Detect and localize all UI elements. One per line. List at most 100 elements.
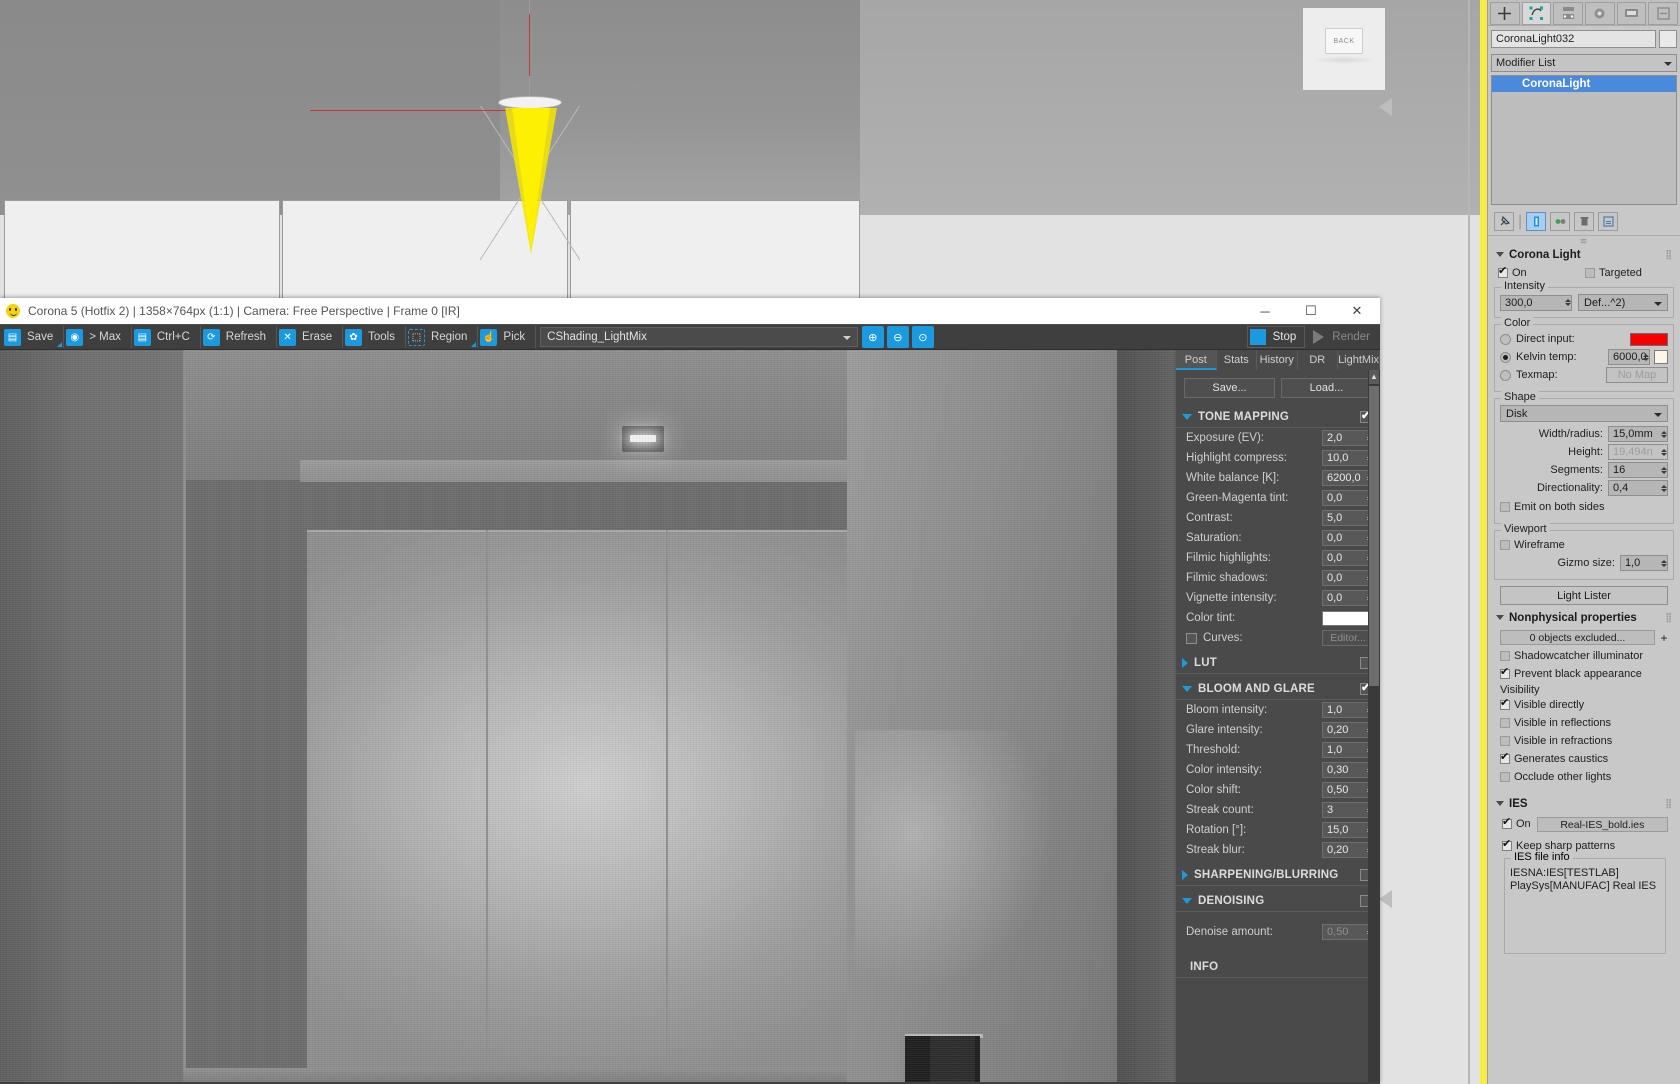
input-gizmo-size[interactable]: 1,0 [1620,555,1668,571]
row-color-tint[interactable]: Color tint: [1176,608,1380,628]
object-name-row[interactable]: CoronaLight032 [1488,26,1680,52]
input-rotation[interactable]: 15,0 [1322,822,1374,838]
scrollbar-thumb[interactable] [1369,386,1379,686]
row-vignette-intensity[interactable]: Vignette intensity: 0,0 [1176,588,1380,608]
input-contrast[interactable]: 5,0 [1322,510,1374,526]
input-green-magenta-tint[interactable]: 0,0 [1322,490,1374,506]
refresh-button[interactable]: ⟳ Refresh [201,326,278,348]
row-segments[interactable]: Segments: 16 [1500,462,1668,478]
input-streak-count[interactable]: 3 [1322,802,1374,818]
modify-tab[interactable] [1521,2,1552,25]
row-light-targeted[interactable]: Targeted [1585,265,1672,281]
kelvin-temp-radio[interactable] [1500,351,1511,363]
modifier-stack-item-coronalight[interactable]: CoronaLight [1492,76,1676,92]
row-occlude-other-lights[interactable]: Occlude other lights [1500,769,1670,785]
row-color-shift[interactable]: Color shift: 0,50 [1176,780,1380,800]
rollout-corona-light-header[interactable]: Corona Light ⣿ [1492,246,1676,263]
curves-editor-button[interactable]: Editor... [1322,630,1374,646]
row-curves[interactable]: Curves: Editor... [1176,628,1380,648]
input-streak-blur[interactable]: 0,20 [1322,842,1374,858]
copy-button[interactable]: ▤ Ctrl+C [132,326,201,348]
spinner-arrows-icon[interactable] [1640,351,1649,363]
rollout-corona-light[interactable]: Corona Light ⣿ On Targeted Intensity 300… [1492,246,1676,605]
row-emit-both-sides[interactable]: Emit on both sides [1500,499,1668,515]
row-bloom-intensity[interactable]: Bloom intensity: 1,0 [1176,700,1380,720]
hierarchy-tab[interactable] [1553,2,1584,25]
render-element-select[interactable]: CShading_LightMix [540,327,858,347]
post-settings-scroll[interactable]: Save... Load... TONE MAPPING Exposure (E… [1176,370,1380,1082]
shape-select[interactable]: Disk [1500,405,1668,422]
row-direct-input[interactable]: Direct input: [1500,331,1668,347]
shadowcatcher-checkbox[interactable] [1500,651,1510,661]
wireframe-checkbox[interactable] [1500,540,1510,550]
remove-modifier-button[interactable] [1574,212,1595,231]
light-lister-button[interactable]: Light Lister [1500,586,1668,605]
input-threshold[interactable]: 1,0 [1322,742,1374,758]
command-panel[interactable]: CoronaLight032 Modifier List CoronaLight… [1487,0,1680,1084]
vfb-title-bar[interactable]: Corona 5 (Hotfix 2) | 1358×764px (1:1) |… [0,298,1380,324]
objects-excluded-button[interactable]: 0 objects excluded... [1500,630,1655,645]
row-prevent-black[interactable]: Prevent black appearance [1500,665,1670,682]
row-visible-refractions[interactable]: Visible in refractions [1500,733,1670,749]
modifier-stack[interactable]: CoronaLight [1491,75,1677,205]
texmap-radio[interactable] [1500,369,1511,381]
section-sharpening-blurring-header[interactable]: SHARPENING/BLURRING [1176,864,1380,886]
erase-button[interactable]: ✕ Erase [277,326,344,348]
row-contrast[interactable]: Contrast: 5,0 [1176,508,1380,528]
utilities-tab[interactable] [1648,2,1679,25]
row-filmic-shadows[interactable]: Filmic shadows: 0,0 [1176,568,1380,588]
row-visible-reflections[interactable]: Visible in reflections [1500,715,1670,731]
emit-both-sides-checkbox[interactable] [1500,502,1510,512]
command-panel-tabs[interactable] [1488,0,1680,26]
input-filmic-highlights[interactable]: 0,0 [1322,550,1374,566]
section-lut-header[interactable]: LUT [1176,652,1380,674]
view-cube[interactable]: BACK [1303,8,1385,90]
close-button[interactable]: ✕ [1334,298,1380,324]
zoom-out-button[interactable]: ⊖ [886,326,909,348]
show-end-result-button[interactable] [1526,212,1547,231]
render-button[interactable]: Render [1309,326,1378,348]
save-dropdown-corner-icon[interactable] [57,342,63,347]
occlude-other-lights-checkbox[interactable] [1500,772,1510,782]
render-image-canvas[interactable] [0,350,1175,1082]
corona-vfb-window[interactable]: Corona 5 (Hotfix 2) | 1358×764px (1:1) |… [0,298,1381,1084]
input-highlight-compress[interactable]: 10,0 [1322,450,1374,466]
ies-on-checkbox[interactable] [1502,815,1512,829]
color-tint-swatch[interactable] [1322,610,1374,626]
object-name-field[interactable]: CoronaLight032 [1491,30,1656,48]
texmap-button[interactable]: No Map [1606,367,1668,383]
input-color-intensity[interactable]: 0,30 [1322,762,1374,778]
vfb-toolbar[interactable]: ▤ Save ◉ > Max ▤ Ctrl+C ⟳ Refresh ✕ Eras… [0,324,1380,350]
pick-button[interactable]: ☝ Pick [478,326,537,348]
input-directionality[interactable]: 0,4 [1608,480,1668,496]
tools-button[interactable]: ✿ Tools [343,326,406,348]
light-on-checkbox[interactable] [1498,264,1508,278]
row-light-on[interactable]: On [1498,264,1585,281]
row-width-radius[interactable]: Width/radius: 15,0mm [1500,426,1668,442]
modifier-list-dropdown[interactable]: Modifier List [1491,54,1677,72]
section-tone-mapping-header[interactable]: TONE MAPPING [1176,406,1380,428]
minimize-button[interactable]: ─ [1242,298,1288,324]
spinner-arrows-icon[interactable] [1562,297,1571,309]
row-texmap[interactable]: Texmap: No Map [1500,367,1668,383]
row-denoise-amount[interactable]: Denoise amount: 0,50 [1176,922,1380,942]
save-button[interactable]: ▤ Save [2,326,65,348]
tab-post[interactable]: Post [1176,350,1217,370]
tab-stats[interactable]: Stats [1216,350,1258,370]
spinner-arrows-icon[interactable] [1658,557,1667,569]
generates-caustics-checkbox[interactable] [1500,750,1510,764]
spinner-arrows-icon[interactable] [1658,446,1667,458]
spinner-arrows-icon[interactable] [1658,464,1667,476]
input-intensity[interactable]: 300,0 [1500,294,1572,311]
row-threshold[interactable]: Threshold: 1,0 [1176,740,1380,760]
input-saturation[interactable]: 0,0 [1322,530,1374,546]
input-exposure[interactable]: 2,0 [1322,430,1374,446]
configure-sets-button[interactable] [1598,212,1619,231]
stop-render-button[interactable]: Stop [1246,326,1306,348]
row-gizmo-size[interactable]: Gizmo size: 1,0 [1500,555,1668,571]
zoom-in-button[interactable]: ⊕ [861,326,884,348]
row-rotation[interactable]: Rotation [°]: 15,0 [1176,820,1380,840]
light-targeted-checkbox[interactable] [1585,268,1595,278]
post-tab-strip[interactable]: Post Stats History DR LightMix [1176,350,1381,370]
row-green-magenta-tint[interactable]: Green-Magenta tint: 0,0 [1176,488,1380,508]
